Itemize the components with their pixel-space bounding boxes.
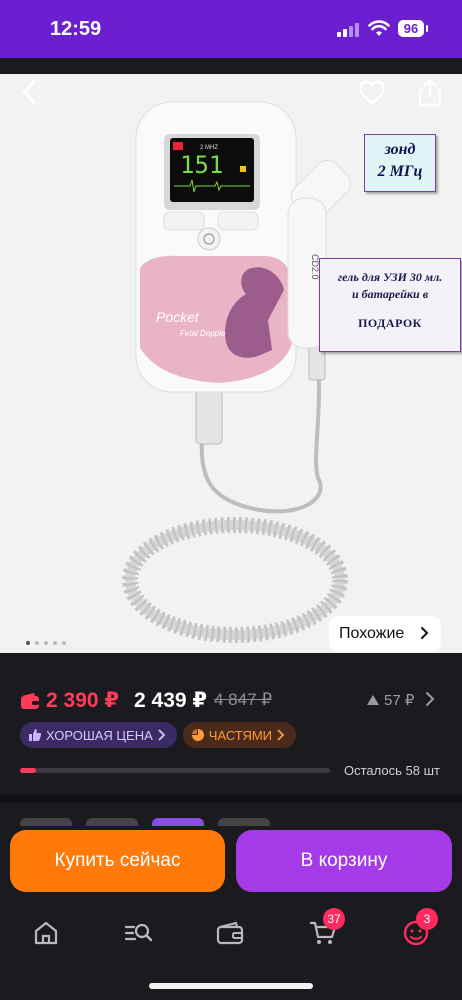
wallet-card-icon (21, 693, 39, 709)
chevron-left-icon (22, 80, 36, 104)
regular-price: 2 439 ₽ (134, 689, 207, 712)
cellular-signal-icon (337, 23, 359, 37)
device-reading: 151 (180, 151, 223, 179)
old-price: 4 847 ₽ (214, 690, 273, 709)
section-divider (0, 795, 462, 803)
promo-gift-line2: и батарейки в (351, 287, 429, 301)
stock-progress-fill (20, 768, 36, 773)
buy-now-button[interactable]: Купить сейчас (10, 830, 225, 892)
carousel-dot[interactable] (62, 641, 66, 645)
carousel-dot[interactable] (53, 641, 57, 645)
cart-count-badge: 37 (323, 908, 345, 930)
wallet-icon (216, 921, 244, 945)
good-price-badge[interactable]: ХОРОШАЯ ЦЕНА (20, 722, 177, 748)
similar-label: Похожие (339, 625, 405, 642)
share-icon (418, 78, 442, 107)
variant-thumb[interactable] (86, 818, 138, 826)
nav-home[interactable] (26, 918, 66, 948)
thumbs-up-icon (29, 729, 42, 741)
variant-thumbnails[interactable] (20, 818, 270, 826)
bonus-points[interactable]: 57 ₽ (366, 691, 414, 709)
status-bar: 12:59 96 (0, 0, 462, 58)
promo-probe-sticker: зонд 2 МГц (364, 134, 436, 192)
profile-count-badge: 3 (416, 908, 438, 930)
nav-catalog[interactable] (118, 918, 158, 948)
favorite-button[interactable] (352, 72, 392, 112)
home-indicator (149, 983, 313, 989)
device-subtitle: Fetal Doppler (180, 329, 228, 338)
chevron-right-icon (158, 729, 166, 741)
badges-row: ХОРОШАЯ ЦЕНА ЧАСТЯМИ (20, 722, 297, 748)
wifi-icon (368, 20, 390, 36)
price-row: 2 390 ₽ 2 439 ₽ 4 847 ₽ 57 ₽ (20, 688, 440, 716)
promo-gift-sticker: гель для УЗИ 30 мл. и батарейки в ПОДАРО… (319, 258, 461, 352)
home-icon (34, 921, 58, 945)
carousel-dot[interactable] (26, 641, 30, 645)
similar-button[interactable]: Похожие (329, 616, 441, 652)
bonus-value: 57 ₽ (384, 692, 415, 709)
variant-thumb[interactable] (218, 818, 270, 826)
nav-cart[interactable]: 37 (303, 908, 345, 948)
card-price: 2 390 ₽ (46, 689, 119, 712)
add-to-cart-button[interactable]: В корзину (236, 830, 452, 892)
promo-probe-line2: 2 МГц (377, 163, 423, 180)
status-time: 12:59 (50, 18, 102, 40)
nav-profile[interactable]: 3 (396, 908, 438, 948)
chevron-right-icon[interactable] (424, 690, 436, 708)
promo-gift-line1: гель для УЗИ 30 мл. (337, 270, 443, 284)
installments-label: ЧАСТЯМИ (208, 727, 273, 743)
doppler-device: 2 MHZ 151 Pocket Fetal Doppler (135, 101, 297, 393)
promo-gift-line3: ПОДАРОК (358, 316, 422, 330)
heart-icon (359, 80, 385, 105)
carousel-dot[interactable] (44, 641, 48, 645)
promo-probe-line1: зонд (384, 141, 416, 158)
carousel-dots[interactable] (26, 641, 66, 645)
good-price-label: ХОРОШАЯ ЦЕНА (46, 727, 153, 743)
chevron-right-icon (277, 729, 285, 741)
image-top-edge (0, 58, 462, 74)
pie-chart-icon (191, 729, 204, 741)
triangle-up-icon (367, 695, 379, 705)
catalog-search-icon (124, 923, 153, 942)
nav-wallet[interactable] (210, 918, 250, 948)
stock-remaining: Осталось 58 шт (344, 763, 440, 778)
stock-progress (20, 768, 330, 773)
back-button[interactable] (10, 72, 50, 112)
carousel-dot[interactable] (35, 641, 39, 645)
device-brand: Pocket (156, 309, 200, 325)
installments-badge[interactable]: ЧАСТЯМИ (182, 722, 297, 748)
battery-indicator: 96 (398, 20, 428, 37)
chevron-right-icon (421, 627, 429, 639)
share-button[interactable] (410, 72, 450, 112)
variant-thumb[interactable] (20, 818, 72, 826)
variant-thumb[interactable] (152, 818, 204, 826)
